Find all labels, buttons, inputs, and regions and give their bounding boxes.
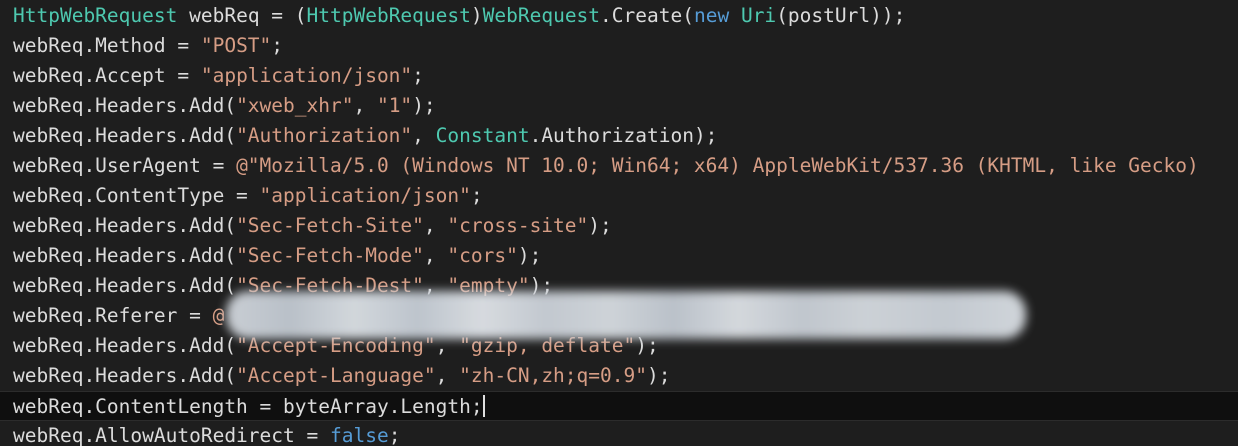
code-token: webReq.Referer = [13,304,213,327]
code-token: ; [271,34,284,57]
code-line[interactable]: webReq.ContentLength = byteArray.Length; [0,391,1238,421]
code-token: (postUrl)); [776,4,906,27]
code-token: webReq.Headers.Add( [13,364,237,387]
code-token: "Authorization" [236,124,413,147]
code-line[interactable]: webReq.Method = "POST"; [0,31,1238,61]
code-line[interactable]: webReq.Headers.Add("Accept-Language", "z… [0,361,1238,391]
text-cursor [482,395,485,417]
code-token: ); [412,94,436,117]
code-token: "application/json" [200,64,413,87]
code-token: HttpWebRequest [306,4,471,27]
code-token: , [412,124,436,147]
code-token: , [435,364,460,387]
code-editor[interactable]: HttpWebRequest webReq = (HttpWebRequest)… [0,0,1238,446]
code-token: webReq.Headers.Add( [13,214,237,237]
code-token: .Authorization); [529,124,718,147]
code-token: "Sec-Fetch-Mode" [236,244,424,267]
code-token: "Accept-Language" [236,364,436,387]
code-token: "Sec-Fetch-Site" [236,214,424,237]
code-token: "1" [376,94,413,117]
code-token: webReq.ContentType = [13,184,260,207]
code-token: HttpWebRequest [13,4,178,27]
code-token: ; [470,184,483,207]
code-token: , [423,244,448,267]
code-token: ); [588,214,612,237]
code-token: ); [646,364,671,387]
code-token: webReq.Headers.Add( [13,94,237,117]
code-line[interactable]: webReq.Headers.Add("Authorization", Cons… [0,121,1238,151]
code-token: new [693,4,730,27]
code-token: "zh-CN,zh;q=0.9" [459,364,647,387]
code-token: .Create( [600,4,694,27]
code-token: webReq.Method = [13,34,201,57]
code-token: , [423,214,448,237]
code-token: Constant [435,124,530,147]
code-token: @"Mozilla/5.0 (Windows NT 10.0; Win64; x… [236,154,1199,177]
code-token: webReq.AllowAutoRedirect = [13,424,330,446]
redaction-blur [226,291,1026,339]
code-token: webReq.Headers.Add( [13,334,237,357]
code-token: "application/json" [259,184,471,207]
code-token: webReq.UserAgent = [13,154,237,177]
code-token: webReq.Headers.Add( [13,244,237,267]
code-token: Uri [740,4,777,27]
code-line[interactable]: webReq.Headers.Add("xweb_xhr", "1"); [0,91,1238,121]
code-token: "xweb_xhr" [236,94,354,117]
code-line[interactable]: webReq.UserAgent = @"Mozilla/5.0 (Window… [0,151,1238,181]
code-token: false [329,424,389,446]
code-token: , [353,94,377,117]
code-token: WebRequest [482,4,601,27]
code-line[interactable]: webReq.Headers.Add("Sec-Fetch-Mode", "co… [0,241,1238,271]
code-token: ) [470,4,483,27]
code-token: ; [412,64,424,87]
code-token: webReq.ContentLength = byteArray.Length; [13,395,483,418]
code-line[interactable]: webReq.AllowAutoRedirect = false; [0,421,1238,446]
code-token: @ [212,304,225,327]
code-token: webReq = ( [177,4,307,27]
code-line[interactable]: webReq.Headers.Add("Sec-Fetch-Site", "cr… [0,211,1238,241]
code-line[interactable]: HttpWebRequest webReq = (HttpWebRequest)… [0,1,1238,31]
code-token: webReq.Headers.Add( [13,274,237,297]
code-token: "cors" [447,244,518,267]
code-token: ); [517,244,542,267]
code-token: webReq.Headers.Add( [13,124,237,147]
code-token: webReq.Accept = [13,64,201,87]
code-token: ; [388,424,401,446]
code-line[interactable]: webReq.Accept = "application/json"; [0,61,1238,91]
code-token: "POST" [200,34,272,57]
code-line[interactable]: webReq.ContentType = "application/json"; [0,181,1238,211]
code-token: "cross-site" [447,214,589,237]
